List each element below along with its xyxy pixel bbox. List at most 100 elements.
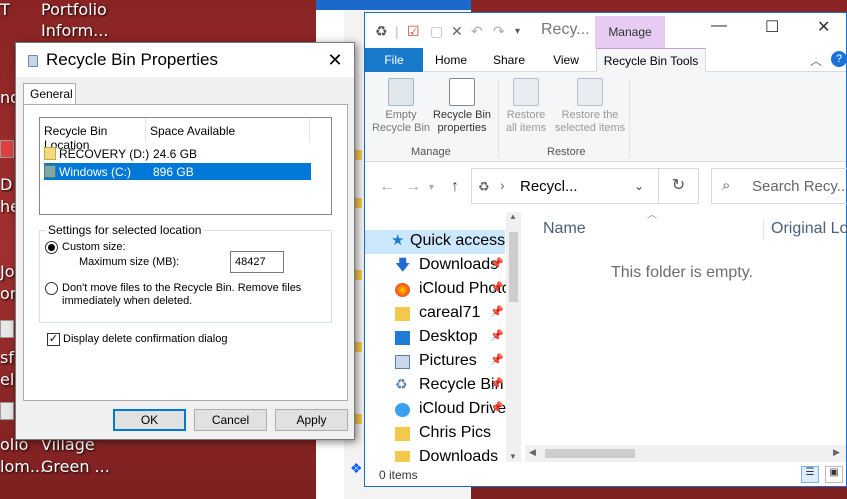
delete-icon[interactable]: ✕ — [451, 23, 463, 40]
nav-item-quick-access[interactable]: ★ Quick access — [365, 230, 505, 254]
pin-icon[interactable]: 📌 — [490, 281, 504, 294]
nav-item-careal71[interactable]: careal71 📌 — [365, 302, 505, 326]
nav-item-recycle-bin[interactable]: ♻ Recycle Bin 📌 — [365, 374, 505, 398]
cancel-button[interactable]: Cancel — [194, 409, 267, 431]
apply-button[interactable]: Apply — [275, 409, 348, 431]
recycle-bin-properties-label: Recycle Bin properties — [432, 109, 492, 134]
list-item[interactable]: Windows (C:) 896 GB — [44, 163, 311, 180]
customize-toolbar-icon[interactable]: ▾ — [515, 26, 520, 37]
empty-recycle-bin-button[interactable]: Empty Recycle Bin — [371, 78, 431, 135]
tab-home[interactable]: Home — [427, 48, 475, 72]
max-size-input[interactable]: 48427 — [230, 251, 284, 273]
column-original-location[interactable]: Original Lo — [771, 220, 847, 238]
scroll-thumb[interactable] — [545, 449, 635, 458]
restore-all-items-label: Restore all items — [505, 109, 547, 134]
pictures-icon — [395, 355, 410, 369]
pin-icon[interactable]: 📌 — [490, 329, 504, 342]
scroll-up-icon[interactable]: ▲ — [509, 212, 517, 221]
ok-button[interactable]: OK — [113, 409, 186, 431]
minimize-button[interactable]: — — [711, 17, 727, 35]
desktop-icon-label[interactable]: Portfolio — [41, 0, 107, 20]
app-icon[interactable] — [0, 140, 14, 158]
horizontal-scrollbar[interactable]: ◀ ▶ — [525, 445, 846, 462]
recent-locations-icon[interactable]: ▾ — [429, 182, 434, 193]
confirm-checkbox[interactable]: ✓ — [47, 333, 60, 346]
pin-icon[interactable]: 📌 — [490, 401, 504, 414]
icloud-drive-icon — [395, 403, 410, 417]
list-item[interactable]: RECOVERY (D:) 24.6 GB — [44, 145, 311, 162]
nav-item-chris-pics[interactable]: Chris Pics — [365, 422, 505, 446]
tab-share[interactable]: Share — [483, 48, 535, 72]
dialog-title: Recycle Bin Properties — [46, 50, 218, 69]
back-arrow-icon[interactable]: ← — [379, 178, 395, 196]
details-view-icon[interactable]: ☰ — [801, 466, 819, 483]
recycle-bin-properties-button[interactable]: Recycle Bin properties — [431, 78, 493, 135]
nav-item-pictures[interactable]: Pictures 📌 — [365, 350, 505, 374]
pin-icon[interactable]: 📌 — [490, 257, 504, 270]
forward-arrow-icon[interactable]: → — [405, 178, 421, 196]
settings-label: Settings for selected location — [46, 223, 204, 237]
custom-size-radio[interactable] — [45, 241, 58, 254]
desktop-icon-label[interactable]: D — [0, 175, 12, 195]
up-arrow-icon[interactable]: ↑ — [451, 178, 459, 196]
restore-selected-items-button[interactable]: Restore the selected items — [553, 78, 627, 135]
address-bar[interactable]: ♻ › Recycl... ⌄ — [471, 168, 659, 204]
document-icon[interactable] — [0, 402, 14, 420]
search-icon: ⌕ — [722, 177, 731, 194]
chevron-right-icon: › — [500, 177, 505, 193]
maximize-button[interactable]: ☐ — [765, 17, 779, 37]
search-input[interactable]: ⌕ Search Recy... — [711, 168, 847, 204]
column-recycle-bin-location[interactable]: Recycle Bin Location — [40, 118, 146, 152]
max-size-label: Maximum size (MB): — [79, 256, 180, 268]
redo-icon[interactable]: ↷ — [493, 23, 505, 40]
empty-recycle-bin-icon — [388, 78, 414, 106]
refresh-button[interactable]: ↻ — [659, 168, 699, 204]
nav-item-downloads-folder[interactable]: Downloads — [365, 446, 505, 462]
undo-icon[interactable]: ↶ — [471, 23, 483, 40]
column-space-available[interactable]: Space Available — [146, 118, 310, 142]
close-button[interactable]: ✕ — [817, 17, 830, 37]
desktop-icon-label[interactable]: lom... — [0, 457, 45, 477]
new-folder-icon[interactable]: ▢ — [430, 23, 443, 40]
pin-icon[interactable]: 📌 — [490, 353, 504, 366]
scroll-left-icon[interactable]: ◀ — [529, 447, 536, 458]
nav-item-desktop[interactable]: Desktop 📌 — [365, 326, 505, 350]
recycle-bin-icon: ♻ — [478, 179, 490, 194]
dialog-close-button[interactable]: ✕ — [316, 43, 354, 77]
desktop-icon-label[interactable]: or — [0, 284, 16, 304]
desktop-icon-label[interactable]: T — [0, 0, 10, 20]
desktop-icon-label[interactable]: Inform... — [41, 21, 108, 41]
scroll-right-icon[interactable]: ▶ — [833, 447, 840, 458]
column-name[interactable]: Name — [543, 220, 586, 238]
tab-view[interactable]: View — [543, 48, 589, 72]
tab-recycle-bin-tools[interactable]: Recycle Bin Tools — [596, 48, 706, 72]
nav-item-icloud-drive[interactable]: iCloud Drive 📌 — [365, 398, 506, 422]
download-icon: 🡇 — [395, 257, 411, 274]
desktop-icon-label[interactable]: Jo — [0, 262, 15, 282]
pin-icon[interactable]: 📌 — [490, 305, 504, 318]
help-icon[interactable]: ? — [831, 51, 847, 67]
nav-item-downloads[interactable]: 🡇 Downloads 📌 — [365, 254, 505, 278]
explorer-title-bar: ♻ | ☑ ▢ ✕ ↶ ↷ ▾ Recy... Manage — ☐ ✕ — [365, 13, 846, 48]
collapse-ribbon-icon[interactable]: ︿ — [810, 52, 822, 69]
pin-icon[interactable]: 📌 — [490, 377, 504, 390]
tab-general[interactable]: General — [23, 83, 76, 105]
large-icons-view-icon[interactable]: ▣ — [825, 466, 843, 483]
chevron-down-icon[interactable]: ⌄ — [634, 179, 644, 193]
restore-all-items-button[interactable]: Restore all items — [503, 78, 549, 135]
address-text: Recycl... — [520, 178, 578, 195]
recycle-bin-properties-dialog: Recycle Bin Properties ✕ General Recycle… — [15, 42, 355, 440]
document-icon[interactable] — [0, 320, 14, 338]
nav-item-icloud-photos[interactable]: iCloud Photos 📌 — [365, 278, 519, 302]
dont-move-radio[interactable] — [45, 282, 58, 295]
sort-indicator-icon: ︿ — [647, 210, 657, 221]
tab-file[interactable]: File — [365, 48, 423, 72]
manage-context-tab[interactable]: Manage — [595, 16, 665, 48]
scroll-down-icon[interactable]: ▼ — [509, 452, 517, 461]
folder-icon — [395, 307, 410, 321]
scroll-thumb[interactable] — [509, 232, 518, 302]
desktop-icon-label[interactable]: Green ... — [41, 457, 110, 477]
properties-icon[interactable]: ☑ — [407, 23, 420, 40]
dialog-title-bar: Recycle Bin Properties ✕ — [16, 43, 354, 77]
nav-vertical-scrollbar[interactable]: ▲ ▼ — [506, 212, 521, 462]
